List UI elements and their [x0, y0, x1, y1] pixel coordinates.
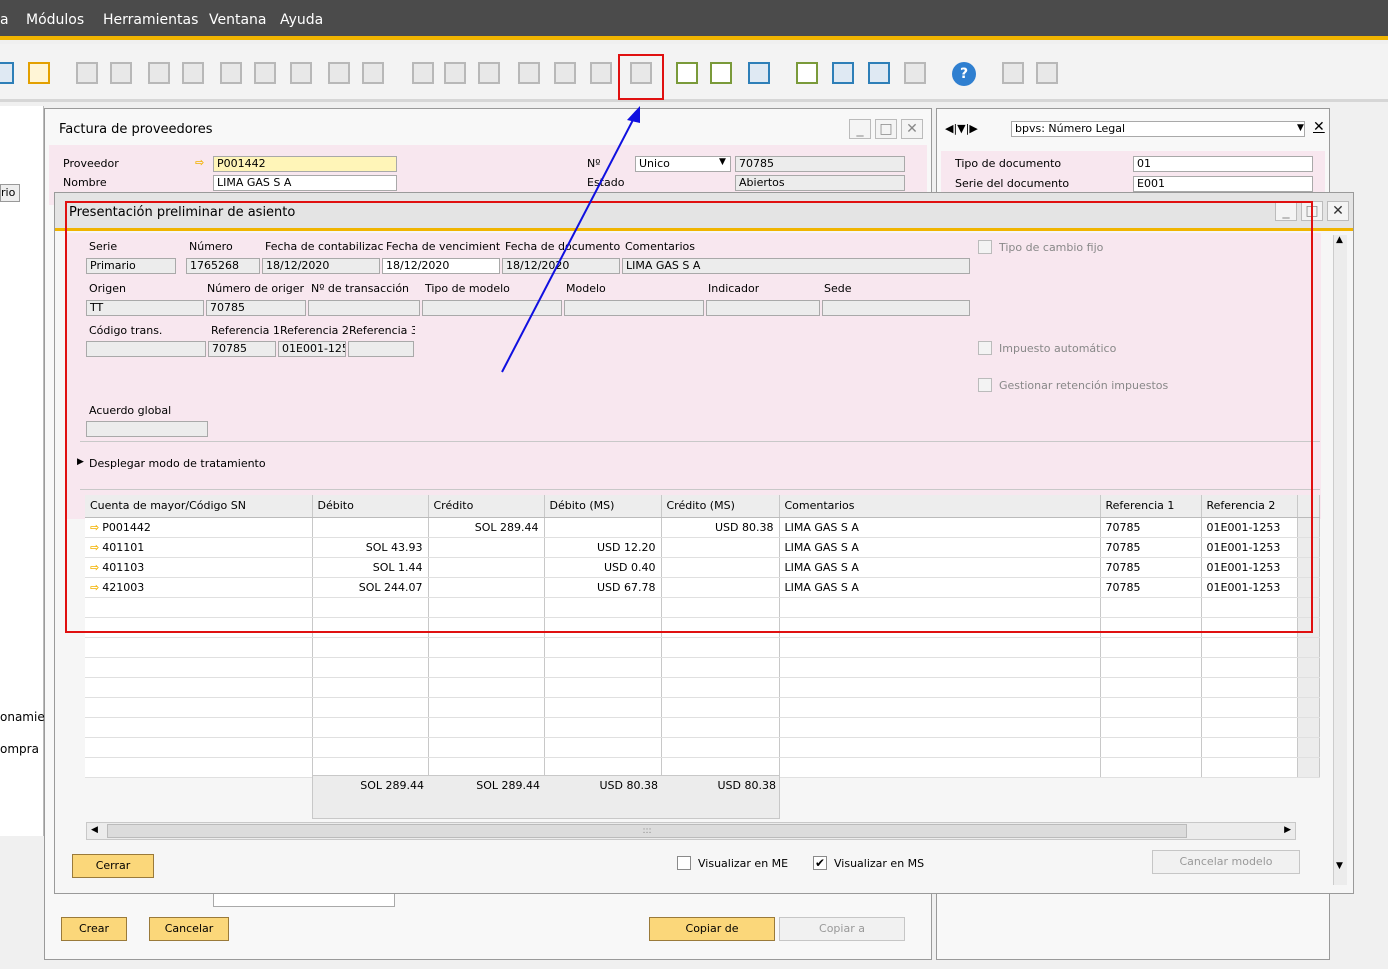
annotation-arrow [501, 106, 640, 373]
arrow-line [501, 117, 635, 373]
arrow-head [627, 106, 640, 123]
